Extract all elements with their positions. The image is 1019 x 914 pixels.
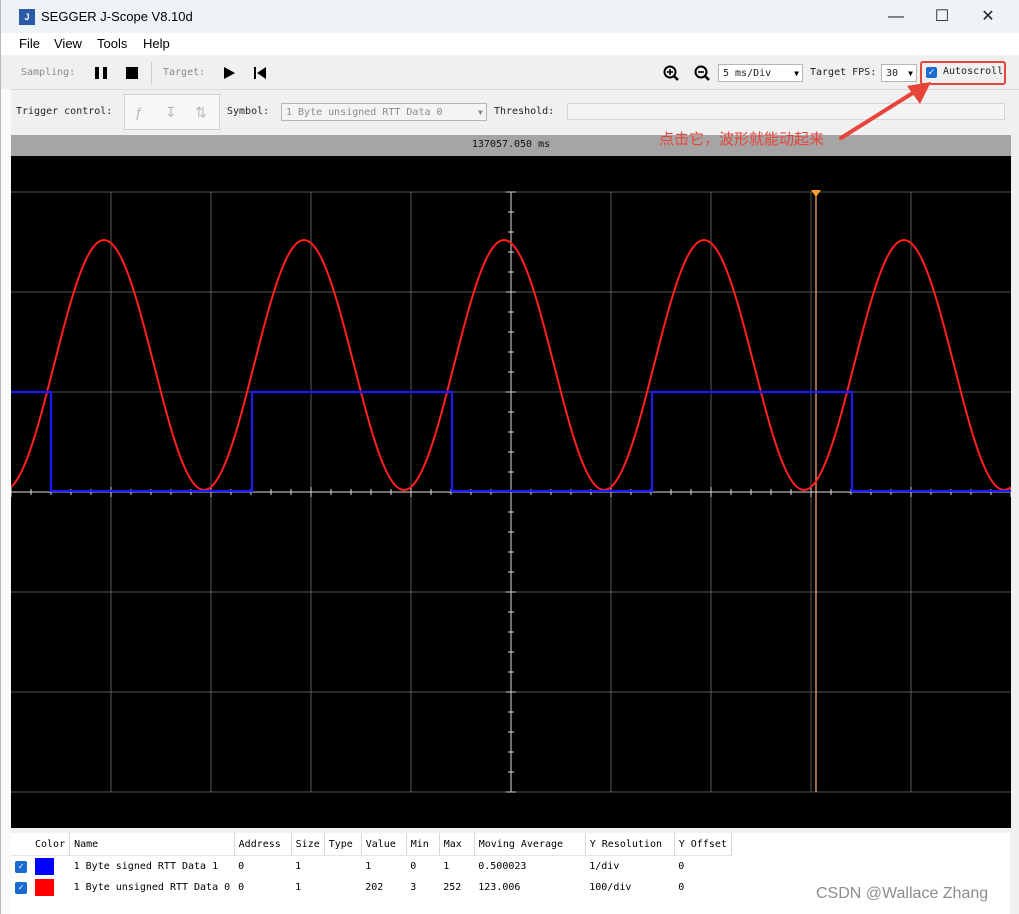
symbol-select[interactable]: 1 Byte unsigned RTT Data 0 ▼ — [281, 103, 487, 121]
falling-edge-icon[interactable]: ↧ — [165, 104, 177, 121]
scope-canvas — [11, 190, 1011, 793]
annotation-text: 点击它，波形就能动起来 — [659, 131, 825, 148]
annotation-arrow — [839, 82, 931, 140]
chevron-down-icon: ▼ — [794, 69, 799, 78]
color-cell[interactable] — [31, 856, 70, 878]
max-cell: 1 — [443, 861, 450, 872]
size-cell: 1 — [295, 861, 302, 872]
menu-help[interactable]: Help — [143, 36, 170, 51]
channel-table: Color Name Address Size Type Value Min M… — [11, 833, 732, 898]
min-cell: 3 — [410, 882, 417, 893]
trigger-label: Trigger control: — [16, 106, 113, 117]
window-title: SEGGER J-Scope V8.10d — [41, 9, 193, 24]
menu-file[interactable]: File — [19, 36, 40, 51]
chevron-down-icon: ▼ — [478, 108, 483, 117]
play-icon[interactable] — [221, 65, 237, 81]
timebase-value: 5 ms/Div — [723, 68, 772, 79]
y-resolution-cell[interactable]: 100/div — [585, 877, 674, 898]
address-cell: 0 — [238, 861, 245, 872]
average-cell: 0.500023 — [478, 861, 527, 872]
toolbar-divider — [151, 62, 152, 84]
y-offset-cell[interactable]: 0 — [674, 877, 731, 898]
type-cell — [324, 856, 361, 878]
checkmark-icon: ✓ — [15, 881, 27, 894]
header-checkbox-col — [11, 833, 31, 856]
pause-icon[interactable] — [93, 65, 109, 81]
header-max[interactable]: Max — [439, 833, 475, 856]
address-cell: 0 — [238, 882, 245, 893]
color-cell[interactable] — [31, 877, 70, 898]
zoom-out-icon[interactable] — [694, 65, 710, 81]
color-swatch[interactable] — [35, 879, 54, 896]
menu-tools[interactable]: Tools — [97, 36, 127, 51]
threshold-label: Threshold: — [494, 106, 555, 117]
max-cell: 252 — [443, 882, 462, 893]
header-type[interactable]: Type — [324, 833, 362, 856]
header-min[interactable]: Min — [406, 833, 440, 856]
trigger-mode-group: ƒ ↧ ⇅ — [124, 94, 220, 130]
header-y-resolution[interactable]: Y Resolution — [585, 833, 675, 856]
y-resolution-cell[interactable]: 1/div — [585, 856, 674, 878]
maximize-icon[interactable]: ☐ — [919, 0, 965, 33]
both-edges-icon[interactable]: ⇅ — [195, 104, 207, 121]
y-offset-cell[interactable]: 0 — [674, 856, 731, 878]
scope-plot[interactable] — [11, 156, 1011, 828]
table-row[interactable]: ✓ 1 Byte unsigned RTT Data 0 0 1 202 3 2… — [11, 877, 731, 898]
zoom-in-icon[interactable] — [663, 65, 679, 81]
background-window-edge — [1, 89, 11, 914]
rising-edge-icon[interactable]: ƒ — [135, 104, 143, 120]
minimize-icon[interactable]: — — [873, 0, 919, 33]
type-cell — [324, 877, 361, 898]
row-checkbox[interactable]: ✓ — [11, 877, 31, 898]
timebase-select[interactable]: 5 ms/Div ▼ — [718, 64, 803, 82]
symbol-label: Symbol: — [227, 106, 270, 117]
color-swatch[interactable] — [35, 858, 54, 875]
header-size[interactable]: Size — [291, 833, 325, 856]
symbol-value: 1 Byte unsigned RTT Data 0 — [286, 107, 443, 118]
checkmark-icon: ✓ — [15, 860, 27, 873]
jscope-window: J SEGGER J-Scope V8.10d — ☐ ✕ File View … — [0, 0, 1019, 914]
header-address[interactable]: Address — [234, 833, 292, 856]
average-cell: 123.006 — [478, 882, 521, 893]
name-cell: 1 Byte unsigned RTT Data 0 — [73, 882, 231, 893]
value-cell: 202 — [365, 882, 384, 893]
row-checkbox[interactable]: ✓ — [11, 856, 31, 878]
header-moving-average[interactable]: Moving Average — [474, 833, 586, 856]
watermark: CSDN @Wallace Zhang — [816, 885, 989, 902]
title-bar: J SEGGER J-Scope V8.10d — ☐ ✕ — [1, 0, 1019, 33]
value-cell: 1 — [365, 861, 372, 872]
stop-icon[interactable] — [124, 65, 140, 81]
target-label: Target: — [163, 67, 206, 78]
header-y-offset[interactable]: Y Offset — [674, 833, 732, 856]
close-icon[interactable]: ✕ — [965, 0, 1011, 33]
fps-label: Target FPS: — [810, 67, 877, 78]
sampling-label: Sampling: — [21, 67, 76, 78]
header-value[interactable]: Value — [361, 833, 407, 856]
time-cursor-marker[interactable] — [811, 190, 821, 197]
jscope-app-icon: J — [19, 9, 35, 25]
min-cell: 0 — [410, 861, 417, 872]
menu-view[interactable]: View — [54, 36, 82, 51]
table-header-row: Color Name Address Size Type Value Min M… — [11, 833, 732, 856]
size-cell: 1 — [295, 882, 302, 893]
table-row[interactable]: ✓ 1 Byte signed RTT Data 1 0 1 1 0 1 0.5… — [11, 856, 731, 878]
header-name[interactable]: Name — [69, 833, 235, 856]
menu-bar: File View Tools Help — [1, 33, 1019, 55]
name-cell: 1 Byte signed RTT Data 1 — [73, 861, 219, 872]
reset-to-start-icon[interactable] — [252, 65, 268, 81]
header-color[interactable]: Color — [31, 833, 71, 856]
